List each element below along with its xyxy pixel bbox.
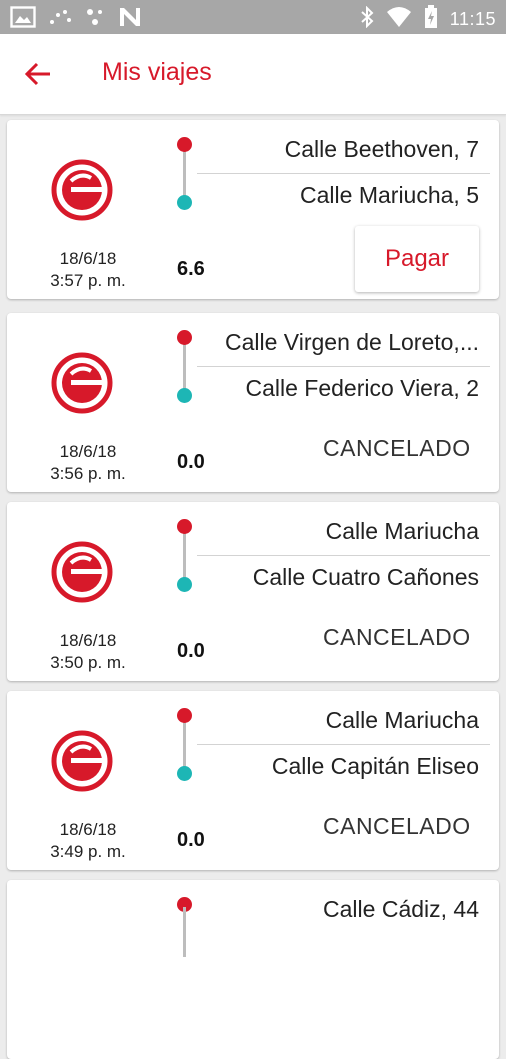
- trip-origin: Calle Beethoven, 7: [284, 136, 479, 162]
- trip-datetime: 18/6/18 3:57 p. m.: [21, 248, 155, 292]
- trip-time: 3:56 p. m.: [50, 464, 126, 483]
- trip-datetime: 18/6/18 3:56 p. m.: [21, 441, 155, 485]
- brand-logo-icon: [51, 347, 121, 417]
- trip-amount: 0.0: [177, 829, 205, 851]
- trip-card[interactable]: Calle Cádiz, 44: [7, 880, 499, 1059]
- route-line: [183, 907, 186, 957]
- trip-card[interactable]: 18/6/18 3:50 p. m. Calle Mariucha Calle …: [7, 502, 499, 681]
- destination-marker-icon: [177, 577, 192, 592]
- brand-logo-icon: [51, 154, 121, 224]
- arrow-back-icon: [20, 62, 60, 96]
- status-bar-notifications: [10, 6, 142, 33]
- address-divider: [197, 366, 490, 367]
- trip-amount: 6.6: [177, 258, 205, 280]
- brand-logo-icon: [51, 725, 121, 795]
- route-line: [183, 147, 186, 197]
- trip-date: 18/6/18: [59, 442, 117, 461]
- trip-date: 18/6/18: [59, 820, 117, 839]
- battery-icon: [424, 5, 438, 34]
- origin-marker-icon: [177, 137, 192, 152]
- destination-marker-icon: [177, 195, 192, 210]
- address-divider: [197, 744, 490, 745]
- address-divider: [197, 555, 490, 556]
- page-title: Mis viajes: [102, 58, 212, 86]
- trip-amount: 0.0: [177, 451, 205, 473]
- destination-marker-icon: [177, 766, 192, 781]
- n-icon: [118, 6, 142, 33]
- status-bar: 11:15: [0, 0, 506, 34]
- trip-origin: Calle Virgen de Loreto,...: [224, 329, 479, 355]
- trip-status: CANCELADO: [323, 435, 471, 461]
- trip-destination: Calle Mariucha, 5: [300, 182, 479, 208]
- nodes-icon: [84, 6, 106, 33]
- pay-button[interactable]: Pagar: [355, 226, 479, 292]
- destination-marker-icon: [177, 388, 192, 403]
- route-line: [183, 529, 186, 579]
- trip-amount: 0.0: [177, 640, 205, 662]
- trip-status: CANCELADO: [323, 813, 471, 839]
- app-bar: Mis viajes: [0, 34, 506, 115]
- origin-marker-icon: [177, 330, 192, 345]
- route-line: [183, 718, 186, 768]
- route-line: [183, 340, 186, 390]
- bluetooth-icon: [360, 5, 374, 33]
- trip-datetime: 18/6/18 3:49 p. m.: [21, 819, 155, 863]
- origin-marker-icon: [177, 519, 192, 534]
- trip-time: 3:49 p. m.: [50, 842, 126, 861]
- trip-destination: Calle Capitán Eliseo: [271, 753, 479, 779]
- brand-logo-icon: [51, 536, 121, 606]
- back-button[interactable]: [20, 56, 60, 92]
- trip-origin: Calle Cádiz, 44: [323, 896, 479, 922]
- trip-destination: Calle Federico Viera, 2: [245, 375, 479, 401]
- trip-card[interactable]: 18/6/18 3:56 p. m. Calle Virgen de Loret…: [7, 313, 499, 492]
- trip-date: 18/6/18: [59, 631, 117, 650]
- dots-icon: [48, 6, 72, 33]
- trip-card[interactable]: 18/6/18 3:57 p. m. Calle Beethoven, 7 Ca…: [7, 120, 499, 299]
- trip-origin: Calle Mariucha: [325, 707, 479, 733]
- trip-date: 18/6/18: [59, 249, 117, 268]
- origin-marker-icon: [177, 708, 192, 723]
- trip-time: 3:57 p. m.: [50, 271, 126, 290]
- trip-time: 3:50 p. m.: [50, 653, 126, 672]
- wifi-icon: [386, 6, 412, 33]
- trip-card[interactable]: 18/6/18 3:49 p. m. Calle Mariucha Calle …: [7, 691, 499, 870]
- status-bar-system: 11:15: [360, 5, 496, 34]
- address-divider: [197, 173, 490, 174]
- trip-destination: Calle Cuatro Cañones: [252, 564, 479, 590]
- gallery-icon: [10, 6, 36, 33]
- trip-datetime: 18/6/18 3:50 p. m.: [21, 630, 155, 674]
- trip-origin: Calle Mariucha: [325, 518, 479, 544]
- trip-status: CANCELADO: [323, 624, 471, 650]
- status-time: 11:15: [449, 9, 496, 29]
